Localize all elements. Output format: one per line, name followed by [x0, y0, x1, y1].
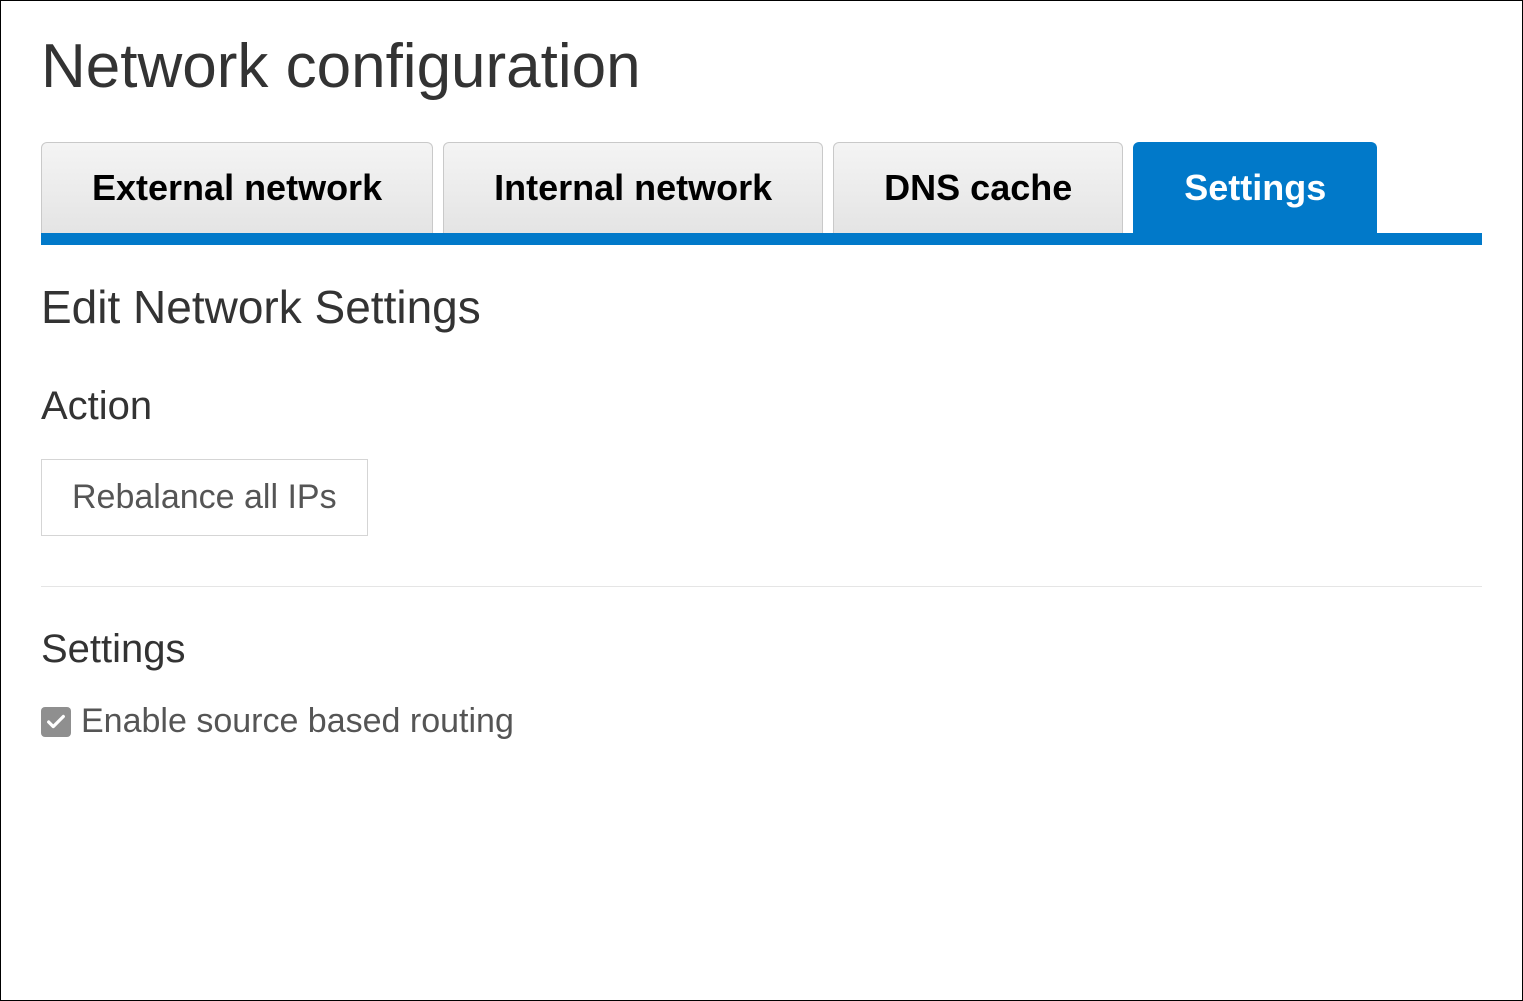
settings-heading: Settings [41, 627, 1482, 672]
section-title: Edit Network Settings [41, 280, 1482, 334]
checkmark-icon [45, 711, 67, 733]
tab-content: Edit Network Settings Action Rebalance a… [41, 245, 1482, 741]
action-heading: Action [41, 384, 1482, 429]
rebalance-all-ips-button[interactable]: Rebalance all IPs [41, 459, 368, 536]
tab-dns-cache[interactable]: DNS cache [833, 142, 1123, 233]
page-title: Network configuration [41, 31, 1482, 102]
tab-internal-network[interactable]: Internal network [443, 142, 823, 233]
source-routing-label: Enable source based routing [81, 702, 514, 741]
tab-settings[interactable]: Settings [1133, 142, 1377, 233]
divider [41, 586, 1482, 587]
tab-external-network[interactable]: External network [41, 142, 433, 233]
source-routing-checkbox[interactable] [41, 707, 71, 737]
source-routing-row: Enable source based routing [41, 702, 1482, 741]
tabs: External network Internal network DNS ca… [41, 142, 1482, 245]
